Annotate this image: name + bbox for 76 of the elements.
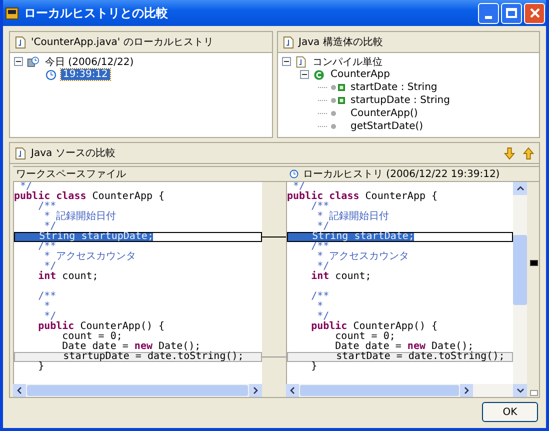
code-line: } [310, 362, 318, 372]
maximize-button[interactable] [501, 2, 522, 24]
code-line: * [316, 302, 324, 312]
minimize-icon [485, 16, 492, 18]
tree-item[interactable]: コンパイル単位 [310, 54, 384, 68]
code-line: count = 0; [335, 332, 396, 342]
collapse-icon[interactable] [14, 57, 23, 66]
vertical-scrollbar[interactable] [513, 182, 527, 397]
code-line: */ [317, 312, 330, 322]
code-line: count = 0; [62, 332, 122, 342]
clock-icon [45, 68, 57, 80]
ok-button[interactable]: OK [482, 402, 538, 422]
code-line: /** [37, 292, 58, 302]
collapse-icon[interactable] [300, 70, 308, 79]
code-line: */ [44, 312, 56, 322]
tree-item[interactable]: startDate : String [348, 82, 440, 93]
panel-title: Java ソースの比較 [31, 146, 116, 160]
horizontal-scrollbar[interactable] [13, 384, 262, 397]
dot-icon [330, 124, 336, 129]
down-arrow-icon[interactable] [504, 146, 515, 160]
dot-icon [330, 85, 336, 90]
window-title: ローカルヒストリとの比較 [24, 4, 169, 22]
code-line: * アクセスカウンタ [43, 252, 138, 262]
code-line: * アクセスカウンタ [316, 252, 410, 262]
code-line: public class CounterApp { [287, 192, 439, 202]
code-line: * 記録開始日付 [43, 212, 118, 222]
panel-title: 'CounterApp.java' のローカルヒストリ [31, 36, 214, 49]
code-line: Date date = new Date(); [334, 342, 474, 352]
tree-item[interactable]: startupDate : String [348, 95, 452, 106]
code-line: /** [37, 242, 56, 252]
code-line: Date date = new Date(); [61, 342, 201, 352]
code-line: public CounterApp() { [310, 322, 439, 332]
code-line: */ [317, 262, 330, 272]
code-line: public class CounterApp { [14, 192, 166, 202]
diff-connector [262, 356, 286, 358]
pane-header: ワークスペースファイル [13, 166, 262, 182]
tree-item[interactable]: 19:39:12 [61, 69, 110, 80]
panel-title: Java 構造体の比較 [298, 36, 383, 49]
change-marker[interactable] [530, 390, 538, 396]
close-icon [530, 8, 540, 18]
app-icon [4, 5, 20, 21]
diff-connector [262, 236, 286, 238]
minimize-button[interactable] [478, 2, 499, 24]
collapse-icon[interactable] [282, 57, 290, 66]
code-line: * 記録開始日付 [316, 212, 390, 222]
code-line: /** [310, 292, 330, 302]
pane-title: ローカルヒストリ (2006/12/22 19:39:12) [303, 168, 500, 181]
code-line: /** [38, 202, 56, 212]
file-icon [15, 36, 26, 48]
tree-item[interactable]: CounterApp() [348, 108, 420, 119]
file-icon [294, 56, 306, 68]
tree-item[interactable]: 今日 (2006/12/22) [43, 54, 136, 68]
calendar-icon [27, 56, 39, 68]
up-arrow-icon[interactable] [523, 146, 534, 160]
change-marker[interactable] [530, 260, 538, 266]
code-line: int count; [310, 272, 372, 282]
maximize-icon [506, 8, 517, 18]
code-line: * [43, 302, 50, 312]
file-icon [282, 36, 294, 48]
code-line: public CounterApp() { [37, 322, 166, 332]
code-line: */ [44, 222, 56, 232]
file-icon [15, 146, 26, 160]
tree-item[interactable]: CounterApp [328, 69, 392, 80]
class-icon [312, 68, 324, 80]
horizontal-scrollbar[interactable] [286, 384, 513, 397]
code-line: /** [311, 202, 330, 212]
clock-icon [289, 169, 299, 179]
code-line: /** [310, 242, 330, 252]
code-line: */ [44, 262, 58, 272]
close-button[interactable] [524, 2, 545, 24]
tree-item[interactable]: getStartDate() [348, 121, 426, 132]
code-line: } [37, 362, 46, 372]
code-line: int count; [37, 272, 100, 282]
dot-icon [330, 111, 336, 116]
code-line: */ [317, 222, 330, 232]
dot-icon [330, 98, 336, 103]
